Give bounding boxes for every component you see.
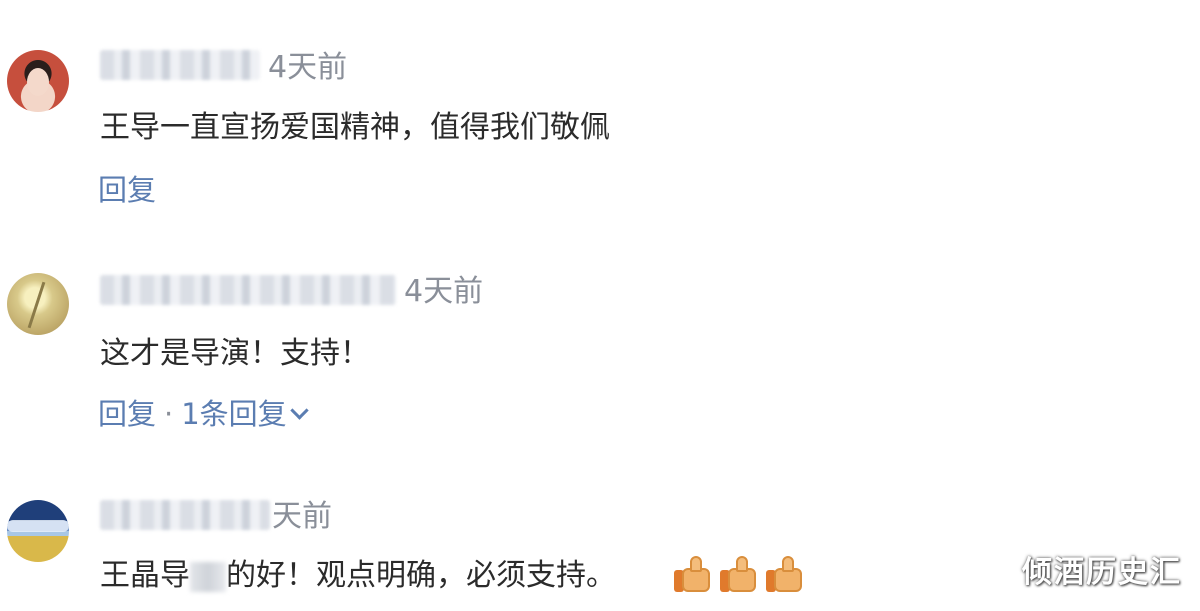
emoji-group [674,554,806,594]
comment-text-part: 的好！观点明确，必须支持。 [226,558,616,593]
separator-dot: · [164,397,174,431]
comment-time: 天前 [272,499,332,534]
username-blurred[interactable] [100,275,396,305]
comment-text-part: 王晶导 [100,558,190,593]
view-replies-link[interactable]: 1条回复 [181,396,286,432]
username-blurred[interactable] [100,500,270,530]
avatar[interactable] [7,500,69,562]
comment-text: 这才是导演！支持！ [100,336,370,371]
thumbs-up-icon [720,554,760,594]
blurred-text [190,561,226,592]
watermark: 倾酒历史汇 [1022,555,1182,590]
comment-time: 4天前 [268,50,348,85]
reply-button[interactable]: 回复 [98,396,156,432]
avatar[interactable] [7,273,69,335]
comment-time: 4天前 [404,274,484,309]
comment-text: 王导一直宣扬爱国精神，值得我们敬佩 [100,110,610,145]
chevron-down-icon[interactable] [289,400,309,420]
avatar[interactable] [7,50,69,112]
thumbs-up-icon [766,554,806,594]
reply-button[interactable]: 回复 [98,172,156,208]
thumbs-up-icon [674,554,714,594]
comment-text: 王晶导 的好！观点明确，必须支持。 [100,558,616,594]
username-blurred[interactable] [100,50,260,80]
